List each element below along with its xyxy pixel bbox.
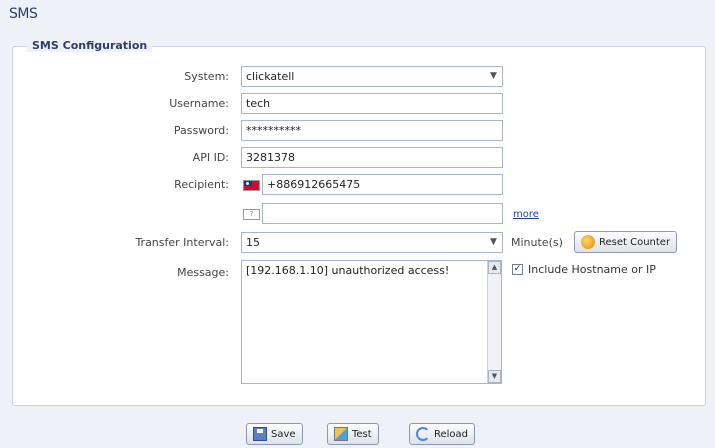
save-icon: [253, 427, 267, 441]
api-id-input[interactable]: 3281378: [241, 147, 503, 168]
reload-icon: [416, 427, 430, 441]
password-label: Password:: [173, 124, 229, 137]
username-value: tech: [246, 97, 271, 110]
test-label: Test: [352, 428, 372, 440]
page-title: SMS: [9, 6, 38, 22]
message-label: Message:: [177, 266, 229, 279]
message-scrollbar[interactable]: ▲ ▼: [487, 261, 501, 383]
username-input[interactable]: tech: [241, 93, 503, 114]
transfer-interval-unit: Minute(s): [511, 236, 563, 249]
api-id-label: API ID:: [192, 151, 229, 164]
password-input[interactable]: **********: [241, 120, 503, 141]
recipient-label: Recipient:: [174, 178, 229, 191]
test-button[interactable]: Test: [327, 423, 379, 445]
scroll-down-icon[interactable]: ▼: [488, 370, 501, 383]
transfer-interval-label: Transfer Interval:: [135, 236, 229, 249]
message-textarea[interactable]: [192.168.1.10] unauthorized access! ▲ ▼: [241, 260, 502, 384]
reset-counter-label: Reset Counter: [599, 236, 671, 248]
country-flag-placeholder-icon[interactable]: ?: [243, 209, 260, 220]
include-hostname-label: Include Hostname or IP: [528, 263, 656, 276]
recipient-2-input[interactable]: [262, 203, 503, 224]
chevron-down-icon[interactable]: ▼: [487, 69, 500, 84]
transfer-interval-value: 15: [246, 236, 260, 249]
system-select[interactable]: clickatell ▼: [241, 66, 503, 87]
reset-counter-button[interactable]: Reset Counter: [574, 231, 678, 253]
test-icon: [334, 427, 348, 441]
api-id-value: 3281378: [246, 151, 295, 164]
more-recipients-link[interactable]: more: [513, 209, 539, 220]
recipient-input[interactable]: +886912665475: [262, 174, 503, 195]
reset-counter-icon: [581, 235, 595, 249]
reload-label: Reload: [434, 428, 469, 440]
include-hostname-checkbox[interactable]: ✓: [512, 264, 523, 275]
save-button[interactable]: Save: [246, 423, 303, 445]
username-label: Username:: [169, 97, 229, 110]
reload-button[interactable]: Reload: [409, 423, 476, 445]
sms-configuration-legend: SMS Configuration: [27, 39, 153, 52]
password-value: **********: [246, 124, 301, 137]
system-value: clickatell: [246, 70, 295, 83]
system-label: System:: [184, 70, 229, 83]
taiwan-flag-icon[interactable]: [243, 180, 260, 191]
chevron-down-icon[interactable]: ▼: [487, 235, 500, 250]
save-label: Save: [271, 428, 296, 440]
message-value: [192.168.1.10] unauthorized access!: [246, 264, 450, 277]
recipient-value: +886912665475: [267, 178, 361, 191]
scroll-up-icon[interactable]: ▲: [488, 261, 501, 274]
transfer-interval-select[interactable]: 15 ▼: [241, 232, 503, 253]
